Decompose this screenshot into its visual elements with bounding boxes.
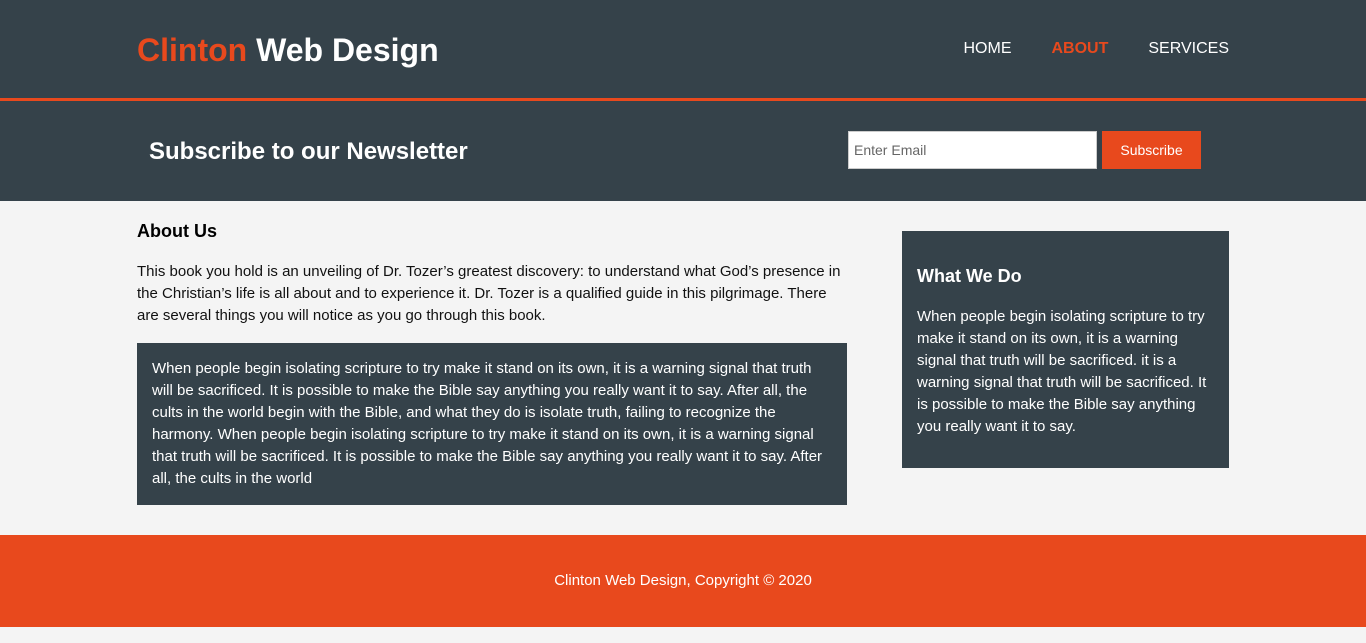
nav-item-about: ABOUT xyxy=(1051,38,1108,60)
brand-highlight: Clinton xyxy=(137,32,248,68)
nav-link-services[interactable]: SERVICES xyxy=(1148,40,1229,57)
main-nav: HOME ABOUT SERVICES xyxy=(923,38,1229,60)
brand-logo[interactable]: Clinton Web Design xyxy=(137,31,439,69)
newsletter-heading: Subscribe to our Newsletter xyxy=(149,138,468,165)
footer-copyright: Clinton Web Design, Copyright © 2020 xyxy=(554,572,812,589)
site-footer: Clinton Web Design, Copyright © 2020 xyxy=(0,535,1366,627)
highlight-box: When people begin isolating scripture to… xyxy=(137,343,847,505)
highlight-box-text: When people begin isolating scripture to… xyxy=(152,360,823,487)
newsletter-section: Subscribe to our Newsletter Subscribe xyxy=(0,101,1366,201)
nav-link-about[interactable]: ABOUT xyxy=(1051,40,1108,57)
brand-rest: Web Design xyxy=(247,32,439,68)
nav-item-home: HOME xyxy=(963,38,1011,60)
nav-link-home[interactable]: HOME xyxy=(963,40,1011,57)
main-area: About Us This book you hold is an unveil… xyxy=(137,201,1229,535)
email-input[interactable] xyxy=(848,131,1097,169)
nav-list: HOME ABOUT SERVICES xyxy=(923,38,1229,60)
nav-item-services: SERVICES xyxy=(1148,38,1229,60)
sidebar-text: When people begin isolating scripture to… xyxy=(917,308,1207,435)
page-title: About Us xyxy=(137,221,217,241)
about-article: About Us This book you hold is an unveil… xyxy=(137,221,847,505)
sidebar-title: What We Do xyxy=(917,266,1022,286)
subscribe-button[interactable]: Subscribe xyxy=(1102,131,1201,169)
newsletter-form: Subscribe xyxy=(848,131,1201,169)
site-header: Clinton Web Design HOME ABOUT SERVICES xyxy=(0,0,1366,101)
header-container: Clinton Web Design HOME ABOUT SERVICES xyxy=(137,0,1229,98)
newsletter-container: Subscribe to our Newsletter Subscribe xyxy=(137,101,1229,201)
intro-paragraph: This book you hold is an unveiling of Dr… xyxy=(137,263,841,324)
sidebar-what-we-do: What We Do When people begin isolating s… xyxy=(902,231,1229,468)
